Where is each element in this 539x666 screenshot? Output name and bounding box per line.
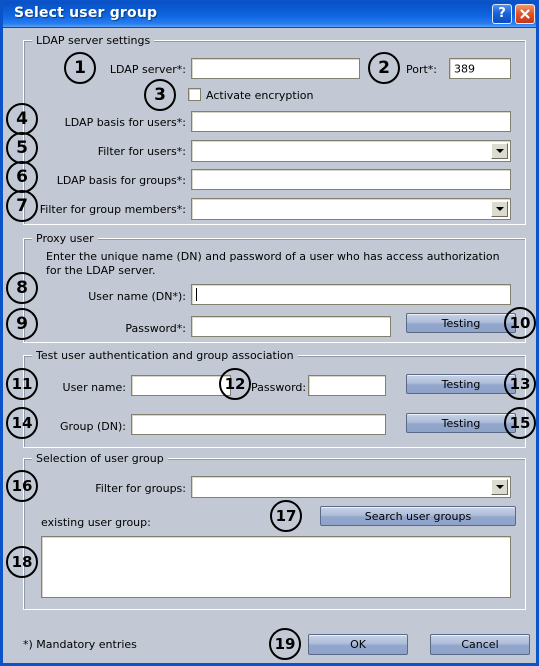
select-user-group-dialog: Select user group ? LDAP server settings… <box>0 0 539 666</box>
combobox-filter-users[interactable] <box>191 140 511 162</box>
input-test-user-name[interactable] <box>131 375 231 396</box>
label-group-dn: Group (DN): <box>60 420 126 433</box>
label-filter-groups: Filter for groups: <box>95 482 186 495</box>
label-ldap-basis-users: LDAP basis for users*: <box>64 116 186 129</box>
proxy-user-description: Enter the unique name (DN) and password … <box>46 250 500 277</box>
ok-button[interactable]: OK <box>308 634 408 655</box>
combobox-filter-group-members[interactable] <box>191 198 511 220</box>
label-user-name-dn: User name (DN*): <box>88 290 186 303</box>
window-title: Select user group <box>14 5 158 21</box>
input-ldap-basis-groups[interactable] <box>191 169 511 190</box>
input-proxy-password[interactable] <box>191 316 391 337</box>
listbox-existing-user-group[interactable] <box>41 536 511 598</box>
callout-19: 19 <box>269 628 301 660</box>
chevron-down-icon[interactable] <box>491 479 508 495</box>
group-title-proxy-user: Proxy user <box>32 232 98 245</box>
cancel-button[interactable]: Cancel <box>430 634 530 655</box>
search-user-groups-button[interactable]: Search user groups <box>320 506 516 526</box>
testing-proxy-button[interactable]: Testing <box>406 313 516 333</box>
input-port[interactable]: 389 <box>449 58 511 79</box>
input-test-password[interactable] <box>308 375 386 396</box>
label-ldap-server: LDAP server*: <box>109 63 186 76</box>
group-title-selection-user-group: Selection of user group <box>32 452 168 465</box>
label-port: Port*: <box>406 63 438 76</box>
mandatory-entries-note: *) Mandatory entries <box>23 638 137 651</box>
label-proxy-password: Password*: <box>125 322 186 335</box>
close-icon[interactable] <box>515 4 535 24</box>
input-user-name-dn[interactable] <box>191 284 511 305</box>
help-icon[interactable]: ? <box>492 4 512 24</box>
input-ldap-basis-users[interactable] <box>191 111 511 132</box>
combobox-filter-groups[interactable] <box>191 476 511 498</box>
label-test-user-name: User name: <box>62 381 126 394</box>
group-title-ldap-server-settings: LDAP server settings <box>32 34 155 47</box>
input-group-dn[interactable] <box>131 414 386 435</box>
checkbox-activate-encryption[interactable] <box>188 88 201 101</box>
input-ldap-server[interactable] <box>191 58 360 79</box>
text-cursor <box>196 288 197 301</box>
chevron-down-icon[interactable] <box>491 143 508 159</box>
label-existing-user-group: existing user group: <box>41 516 151 529</box>
label-filter-group-members: Filter for group members*: <box>39 203 186 216</box>
group-title-test-user-authentication: Test user authentication and group assoc… <box>32 349 298 362</box>
testing-user-button[interactable]: Testing <box>406 374 516 394</box>
testing-group-button[interactable]: Testing <box>406 413 516 433</box>
chevron-down-icon[interactable] <box>491 201 508 217</box>
label-test-password: Password: <box>251 381 307 394</box>
title-bar: Select user group ? <box>3 0 536 28</box>
label-activate-encryption: Activate encryption <box>206 89 314 102</box>
label-filter-users: Filter for users*: <box>97 145 186 158</box>
label-ldap-basis-groups: LDAP basis for groups*: <box>56 174 186 187</box>
